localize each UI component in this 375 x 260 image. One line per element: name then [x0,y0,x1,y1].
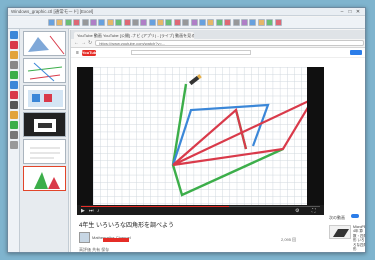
browser-tab[interactable]: YouTube 動画 YouTube [公開] -ナビ (アプリ) - [ライブ… [74,32,194,39]
settings-icon[interactable] [224,19,232,26]
record-icon[interactable] [257,19,265,26]
menu-icon[interactable]: ≡ [76,50,79,56]
circle-tool-icon[interactable] [9,91,18,99]
minimize-button[interactable]: – [338,9,346,15]
thumbnail-slide-2[interactable] [23,58,66,83]
main-toolbar [8,17,365,29]
thumbnail-slide-1[interactable] [23,31,66,56]
app-window: Windows_graphic.ctl [通常モード] [Excel] – □ … [7,7,366,253]
address-bar: ← → ↻ https://www.youtube.com/watch?v=..… [71,39,365,48]
browser-icon[interactable] [274,19,282,26]
video-frame [93,67,316,205]
undo-icon[interactable] [81,19,89,26]
pen-tool-icon[interactable] [9,41,18,49]
save-icon[interactable] [64,19,72,26]
copy-icon[interactable] [106,19,114,26]
title-bar: Windows_graphic.ctl [通常モード] [Excel] – □ … [8,8,365,16]
url-field[interactable]: https://www.youtube.com/watch?v=... [95,40,364,46]
channel-info: Mathematics Channel [79,232,131,243]
zoom-out-icon[interactable] [207,19,215,26]
next-icon[interactable] [173,19,181,26]
grid-icon[interactable] [215,19,223,26]
last-icon[interactable] [190,19,198,26]
settings-icon[interactable]: ⚙ [295,209,299,214]
camera-tool-icon[interactable] [9,131,18,139]
youtube-search-input[interactable] [130,50,251,55]
reload-icon[interactable]: ↻ [88,40,92,46]
thumbnail-slide-4[interactable] [23,112,66,137]
select-icon[interactable] [157,19,165,26]
thumbnail-slide-5[interactable] [23,139,66,164]
maximize-button[interactable]: □ [346,9,354,15]
window-title: Windows_graphic.ctl [通常モード] [Excel] [11,8,94,14]
left-tool-palette [8,29,20,252]
subscribe-button[interactable] [103,238,129,242]
pen-icon[interactable] [123,19,131,26]
thumbnail-slide-6[interactable] [23,166,66,191]
pen-icon [189,74,202,86]
close-button[interactable]: ✕ [354,9,362,15]
rectangle-tool-icon[interactable] [9,81,18,89]
youtube-logo[interactable]: YouTube [81,49,98,56]
next-icon[interactable]: ⏭ [89,209,94,214]
view-count: 2,095 回 [281,237,297,242]
progress-fill [81,206,230,207]
channel-avatar[interactable] [79,232,90,243]
line-tool-icon[interactable] [9,71,18,79]
browser-tab-bar: YouTube 動画 YouTube [公開] -ナビ (アプリ) - [ライブ… [71,30,365,39]
up-next-text[interactable]: MicroPBS 4年 算数・四角形 いろいろな四角形 [353,225,365,251]
fill-tool-icon[interactable] [9,111,18,119]
image-tool-icon[interactable] [9,121,18,129]
upload-button[interactable] [350,50,362,55]
camera-icon[interactable] [266,19,274,26]
thumbnail-slide-3[interactable] [23,85,66,110]
help-icon[interactable] [232,19,240,26]
quadrilateral-drawing [171,74,316,197]
redo-icon[interactable] [89,19,97,26]
player-controls: ▶ ⏭ ♪ ⚙ ⛶ [77,205,324,215]
trash-tool-icon[interactable] [9,141,18,149]
embedded-browser: YouTube 動画 YouTube [公開] -ナビ (アプリ) - [ライブ… [70,30,365,252]
forward-icon[interactable]: → [81,40,86,46]
shape-icon[interactable] [148,19,156,26]
blue-line [171,103,270,166]
pointer-tool-icon[interactable] [9,31,18,39]
slide-thumbnail-list [20,29,69,252]
text-icon[interactable] [140,19,148,26]
text-tool-icon[interactable] [9,101,18,109]
back-icon[interactable]: ← [74,40,79,46]
fullscreen-icon[interactable]: ⛶ [312,209,316,214]
volume-icon[interactable]: ♪ [97,209,100,214]
up-next-panel: 次の動画 MicroPBS 4年 算数・四角形 いろいろな四角形 [329,214,365,251]
marker-tool-icon[interactable] [9,51,18,59]
youtube-header: ≡ YouTube [71,48,365,58]
progress-bar[interactable] [81,206,320,207]
new-icon[interactable] [48,19,55,26]
open-icon[interactable] [56,19,64,26]
zoom-in-icon[interactable] [199,19,207,26]
eraser-icon[interactable] [131,19,139,26]
video-title: 4年生 いろいろな四角形を調べよう [79,223,175,229]
autoplay-toggle[interactable] [351,214,359,218]
eraser-tool-icon[interactable] [9,61,18,69]
prev-icon[interactable] [165,19,173,26]
paste-icon[interactable] [115,19,123,26]
play-icon[interactable]: ▶ [81,209,85,214]
video-player[interactable]: ▶ ⏭ ♪ ⚙ ⛶ [77,67,324,215]
video-actions[interactable]: 高評価 共有 保存 [79,247,109,252]
up-next-thumbnail[interactable] [329,225,351,239]
print-icon[interactable] [73,19,81,26]
first-icon[interactable] [182,19,190,26]
stop-icon[interactable] [249,19,257,26]
up-next-title: 次の動画 [329,215,345,220]
play-icon[interactable] [240,19,248,26]
cut-icon[interactable] [98,19,106,26]
